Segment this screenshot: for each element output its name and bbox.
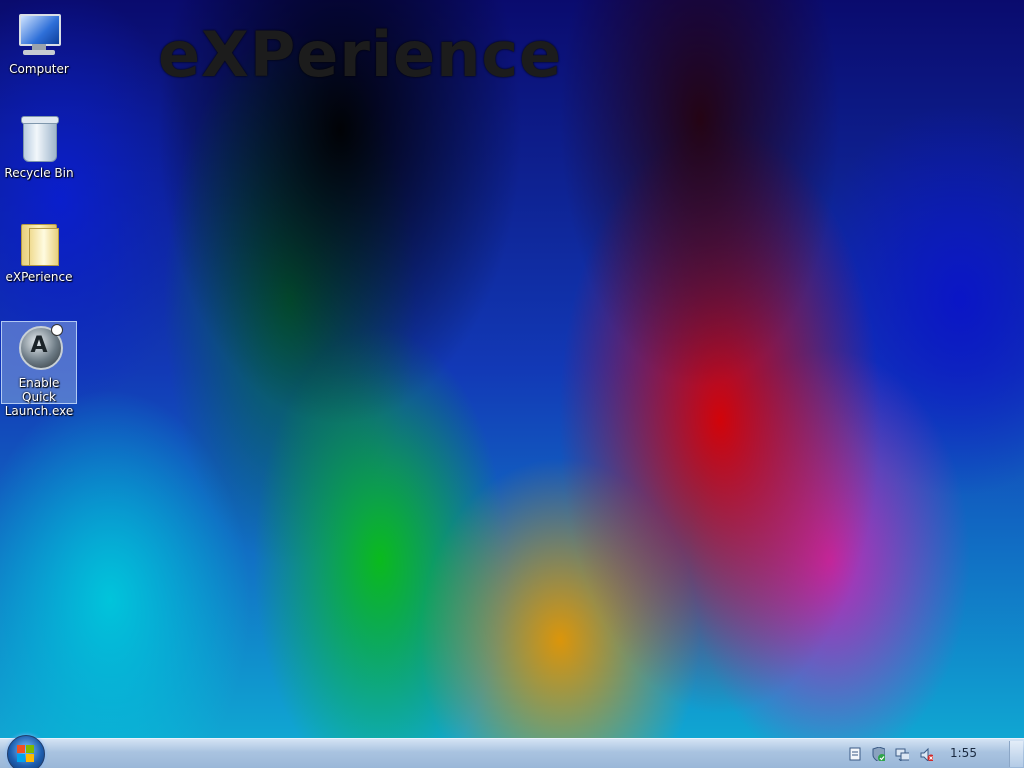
document-icon[interactable] <box>848 747 862 761</box>
desktop-wallpaper: eXPerience <box>0 0 1024 738</box>
desktop-icon-experience-folder[interactable]: eXPerience <box>0 212 78 286</box>
taskbar-clock[interactable]: 1:55 <box>950 746 977 760</box>
system-tray <box>840 739 1024 768</box>
start-button[interactable] <box>7 735 45 768</box>
desktop-icon-enable-quick-launch[interactable]: A Enable Quick Launch.exe <box>1 321 77 418</box>
desktop-icon-label: Computer <box>9 62 69 76</box>
desktop-icon-label: Recycle Bin <box>4 166 74 180</box>
network-icon[interactable] <box>895 747 909 761</box>
desktop-icon-label: eXPerience <box>5 270 73 284</box>
volume-muted-icon[interactable] <box>919 747 933 761</box>
folder-icon <box>15 218 63 266</box>
taskbar: 1:55 <box>0 735 1024 768</box>
wallpaper-watermark: eXPerience <box>158 18 563 91</box>
desktop-icon-recycle-bin[interactable]: Recycle Bin <box>0 108 78 182</box>
computer-icon <box>15 10 63 58</box>
desktop-icon-computer[interactable]: Computer <box>0 4 78 76</box>
show-desktop-button[interactable] <box>1009 741 1023 767</box>
start-orb-icon <box>17 745 35 763</box>
desktop-icon-label: Enable Quick Launch.exe <box>4 376 74 418</box>
security-shield-icon[interactable] <box>871 747 885 761</box>
recycle-bin-icon <box>15 114 63 162</box>
quick-launch-app-icon: A <box>15 324 63 372</box>
